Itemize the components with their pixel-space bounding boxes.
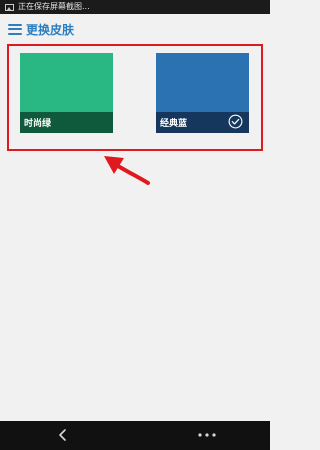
skin-label: 时尚绿: [24, 119, 52, 129]
image-icon: [5, 3, 14, 11]
status-notification-text: 正在保存屏幕截图...: [18, 2, 90, 11]
skin-option-blue[interactable]: 经典蓝: [156, 53, 249, 133]
selected-check-icon: [228, 114, 243, 129]
skin-label-bar: 经典蓝: [156, 112, 249, 133]
status-bar: 正在保存屏幕截图...: [0, 0, 270, 14]
back-chevron-icon[interactable]: [56, 428, 70, 442]
system-nav-bar: [0, 421, 270, 450]
skin-label: 经典蓝: [160, 119, 188, 129]
skin-label-bar: 时尚绿: [20, 112, 113, 133]
hamburger-menu-icon[interactable]: [8, 23, 22, 35]
more-dots-icon[interactable]: [196, 428, 218, 442]
page-title: 更换皮肤: [26, 22, 75, 37]
skin-option-green[interactable]: 时尚绿: [20, 53, 113, 133]
app-header: 更换皮肤: [0, 14, 270, 44]
